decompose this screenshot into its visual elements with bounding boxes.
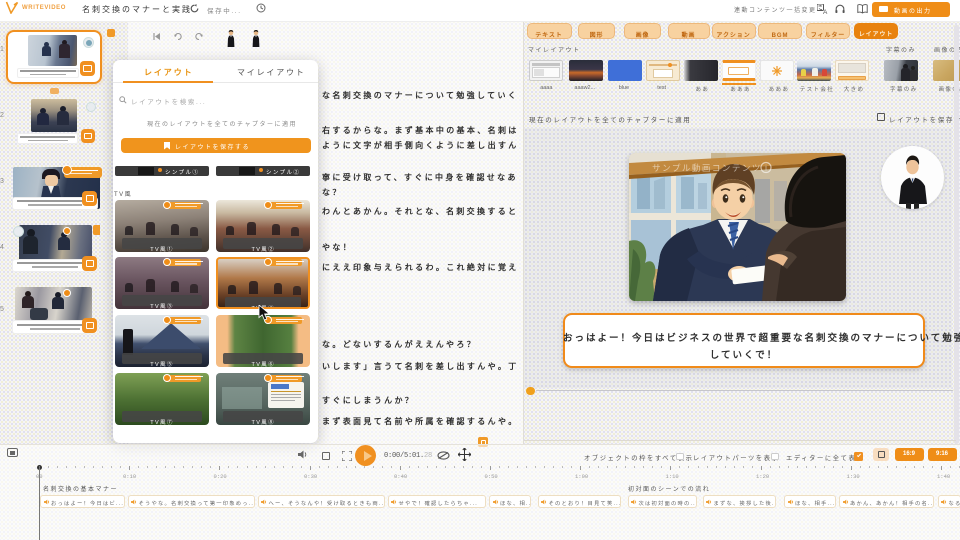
svg-text:A: A <box>823 8 828 13</box>
svg-text:サンプル動画コンテンツ: サンプル動画コンテンツ <box>652 163 762 173</box>
svg-text:i: i <box>765 164 767 173</box>
